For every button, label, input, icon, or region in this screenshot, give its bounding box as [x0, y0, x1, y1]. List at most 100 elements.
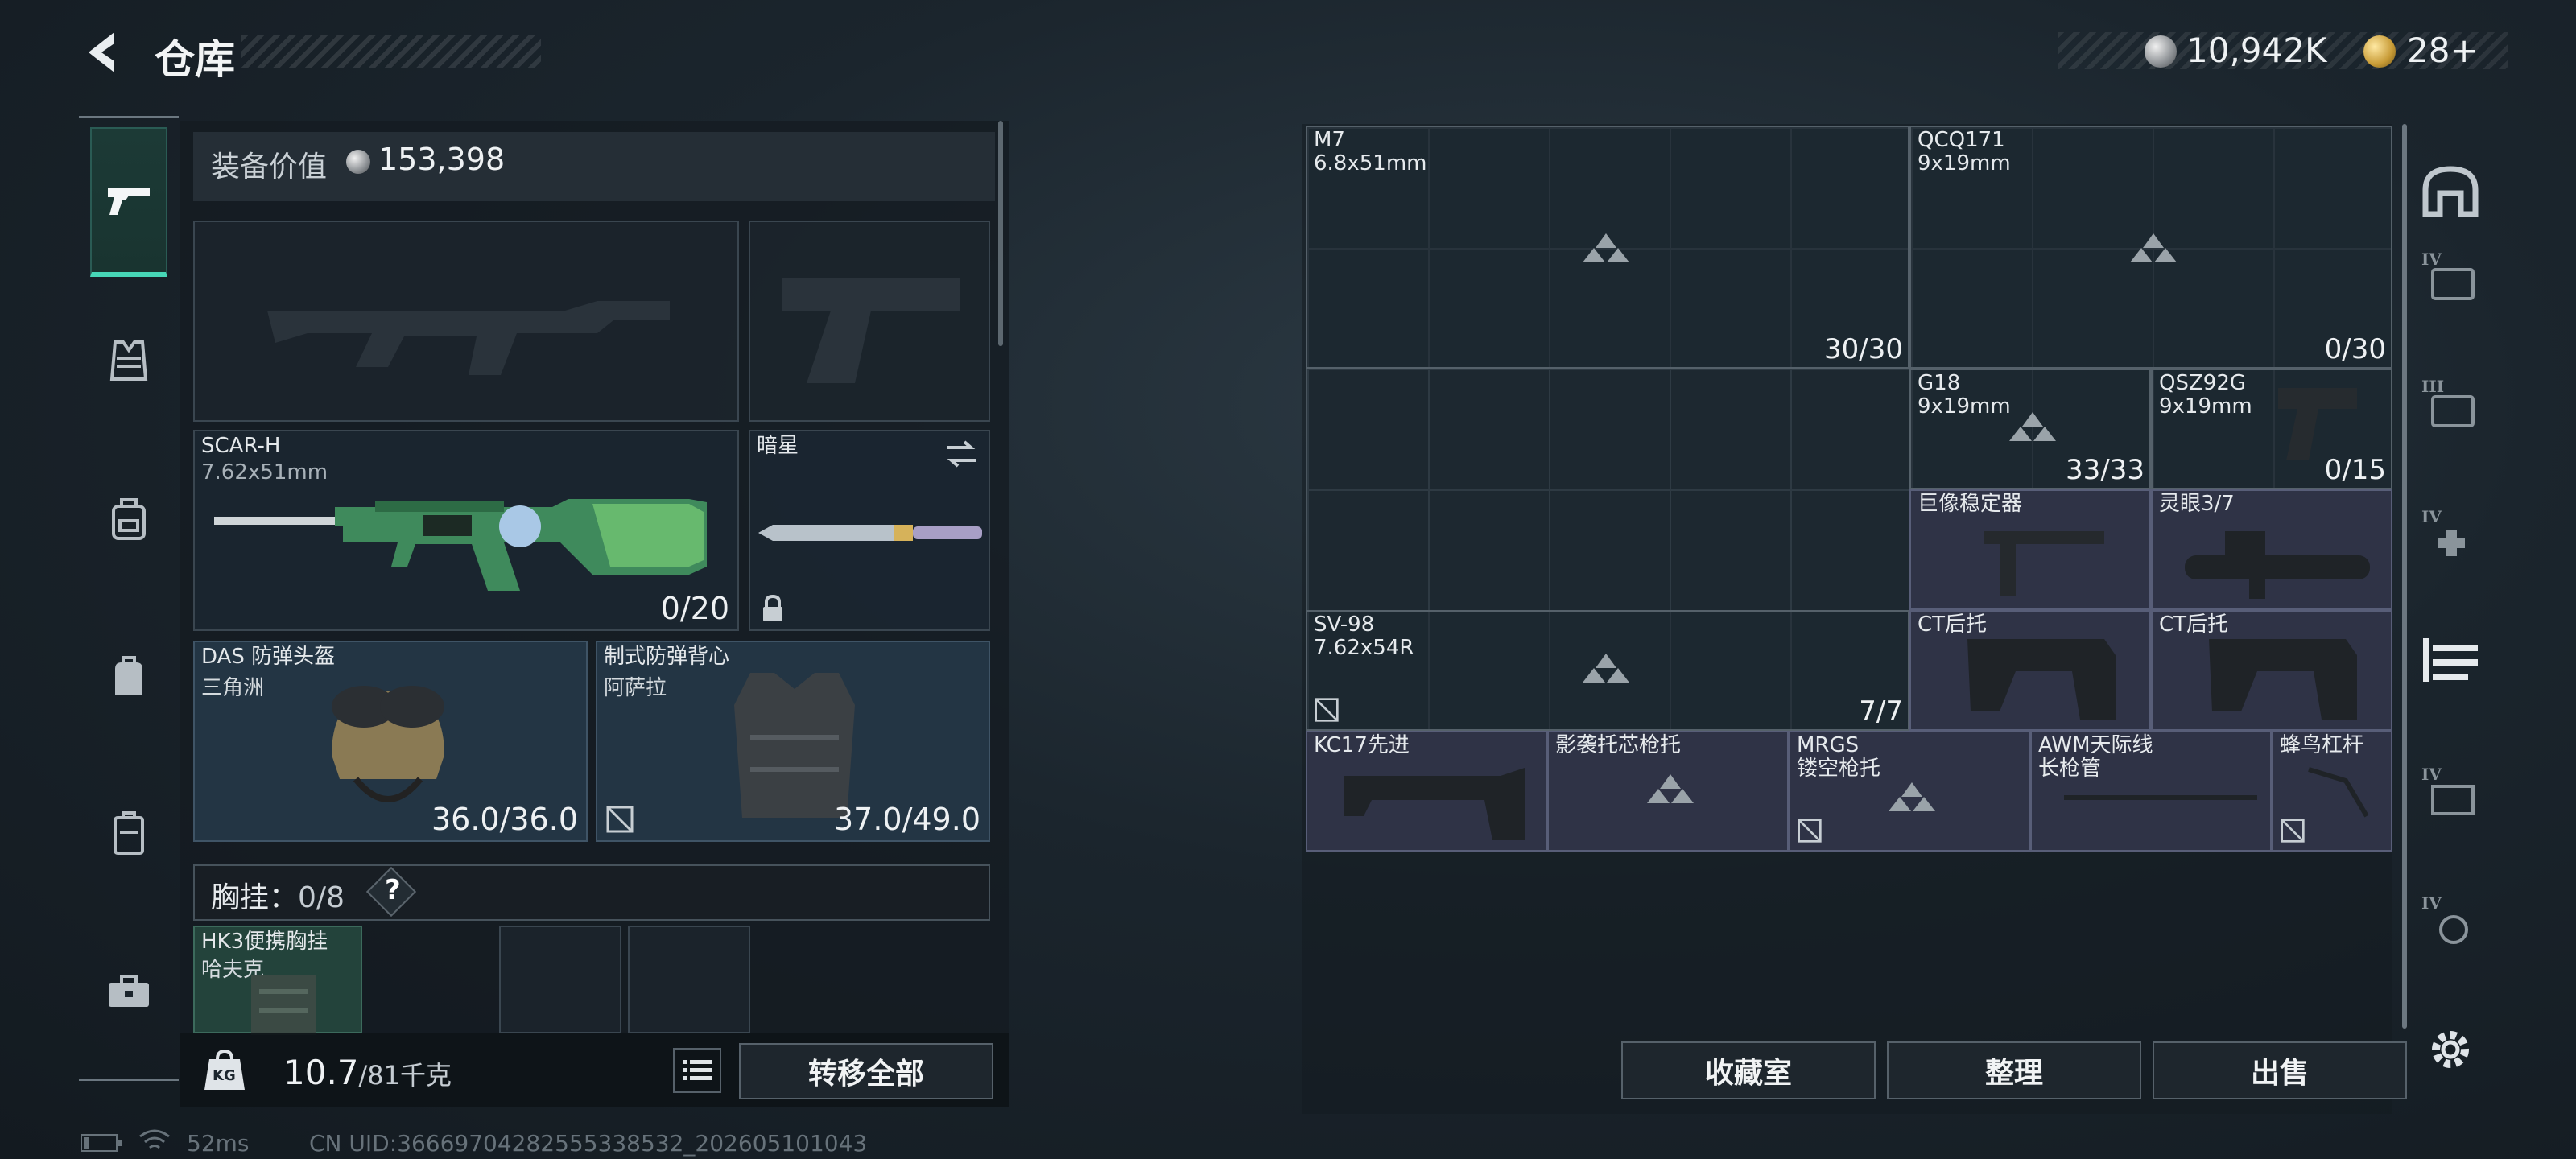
- storage-item-qcq171[interactable]: QCQ171 9x19mm 0/30: [1909, 126, 2392, 369]
- back-button[interactable]: [80, 27, 126, 77]
- weapon-rack-icon: [2423, 638, 2478, 682]
- empty-primary-slot[interactable]: [193, 221, 739, 422]
- storage-item-shadow-stock[interactable]: 影袭托芯枪托: [1547, 731, 1789, 852]
- svg-text:IV: IV: [2421, 765, 2442, 784]
- no-sell-icon: [1798, 819, 1822, 843]
- empty-pocket-slot[interactable]: [499, 926, 621, 1033]
- transfer-all-button[interactable]: 转移全部: [739, 1043, 993, 1099]
- backpack-icon: [112, 498, 146, 540]
- loadout-scrollbar[interactable]: [998, 121, 1003, 346]
- back-arrow-icon: [89, 32, 114, 72]
- storage-item-scope[interactable]: 灵眼3/7: [2151, 489, 2392, 610]
- collection-room-button[interactable]: 收藏室: [1621, 1041, 1876, 1099]
- help-question-mark: ?: [385, 874, 401, 906]
- armor-durability: 37.0/49.0: [833, 802, 980, 837]
- no-sell-icon: [1315, 698, 1339, 722]
- chest-rig-slot[interactable]: HK3便携胸挂 哈夫克: [193, 926, 362, 1035]
- chest-rig-name: HK3便携胸挂: [201, 930, 328, 954]
- melee-slot[interactable]: 暗星: [749, 430, 990, 631]
- currency-gold-amount[interactable]: 28+: [2407, 31, 2479, 70]
- swap-icon[interactable]: [943, 439, 979, 468]
- storage-item-kc17[interactable]: KC17先进: [1306, 731, 1547, 852]
- rarity-triangle-icon: [1889, 782, 1935, 811]
- weight-icon: KG: [203, 1048, 246, 1091]
- primary-weapon-slot[interactable]: SCAR-H 7.62x51mm 0/20: [193, 430, 739, 631]
- tier4-case-icon: IV: [2421, 250, 2475, 300]
- title-decoration: [242, 35, 541, 68]
- storage-scrollbar[interactable]: [2402, 124, 2407, 1029]
- no-sell-icon: [2281, 819, 2305, 843]
- nav-weapon-rack[interactable]: [2413, 621, 2487, 699]
- rarity-triangle-icon: [1647, 774, 1694, 803]
- nav-divider: [79, 116, 179, 118]
- storage-item-g18[interactable]: G18 9x19mm 33/33: [1909, 369, 2151, 489]
- list-view-button[interactable]: [673, 1048, 721, 1093]
- melee-name: 暗星: [757, 434, 799, 458]
- silver-coin-icon: [346, 150, 370, 174]
- storage-item-m7[interactable]: M7 6.8x51mm 30/30: [1306, 126, 1909, 369]
- safehouse-icon: [2422, 166, 2479, 217]
- sell-button[interactable]: 出售: [2153, 1041, 2407, 1099]
- nav-tier4-ammo[interactable]: IV: [2413, 753, 2487, 831]
- nav-tier4-gear[interactable]: IV: [2413, 882, 2487, 959]
- storage-item-ct-stock[interactable]: CT后托: [1909, 610, 2151, 731]
- item-name: 蜂鸟杠杆: [2280, 733, 2364, 757]
- empty-pocket-slot[interactable]: [628, 926, 750, 1033]
- gold-coin-icon: [2363, 35, 2396, 68]
- barrel-icon: [2064, 795, 2257, 800]
- scar-h-rifle-icon: [214, 499, 707, 591]
- settings-button[interactable]: [2413, 1011, 2487, 1088]
- storage-item-stabilizer[interactable]: 巨像稳定器: [1909, 489, 2151, 610]
- nav-weapons[interactable]: [90, 127, 167, 277]
- nav-tier3-case[interactable]: III: [2413, 365, 2487, 443]
- uid-readout: CN UID:3666970428255533853­2_20260510104…: [309, 1130, 868, 1157]
- weight-capacity: /81千克: [358, 1060, 452, 1091]
- case-icon: [114, 811, 144, 855]
- wifi-icon: [139, 1129, 170, 1149]
- nav-toolbox[interactable]: [90, 953, 167, 1030]
- rarity-triangle-icon: [2009, 412, 2056, 441]
- nav-armor[interactable]: [90, 322, 167, 399]
- storage-item-qsz92g[interactable]: QSZ92G 9x19mm 0/15: [2151, 369, 2392, 489]
- storage-item-lever[interactable]: 蜂鸟杠杆: [2272, 731, 2392, 852]
- storage-item-awm-barrel[interactable]: AWM天际线 长枪管: [2030, 731, 2272, 852]
- item-count: 0/15: [2324, 454, 2386, 486]
- chest-rig-label: 胸挂：0/8: [211, 874, 345, 916]
- storage-item-mrgs[interactable]: MRGS 镂空枪托: [1789, 731, 2030, 852]
- nav-case[interactable]: [90, 795, 167, 872]
- svg-text:IV: IV: [2421, 893, 2442, 913]
- weapon-ammo-count: 0/20: [660, 591, 729, 626]
- page-title: 仓库: [155, 36, 235, 83]
- stock-icon: [1344, 768, 1525, 840]
- item-name: 影袭托芯枪托: [1555, 733, 1682, 757]
- lock-icon: [763, 594, 782, 621]
- storage-item-sv98[interactable]: SV-98 7.62x54R 7/7: [1306, 610, 1909, 731]
- storage-item-ct-stock[interactable]: CT后托: [2151, 610, 2392, 731]
- chest-rig-count: 0/8: [298, 881, 345, 914]
- item-name: SV-98 7.62x54R: [1314, 612, 1414, 661]
- battery-icon: [80, 1134, 122, 1152]
- item-name: 巨像稳定器: [1918, 492, 2023, 516]
- nav-safehouse[interactable]: [2413, 153, 2487, 230]
- current-weight: 10.7: [283, 1053, 359, 1092]
- foregrip-icon: [1984, 531, 2104, 596]
- item-name: M7 6.8x51mm: [1314, 128, 1427, 176]
- helmet-brand: 三角洲: [201, 676, 265, 700]
- kg-label: KG: [213, 1067, 236, 1084]
- helmet-slot[interactable]: DAS 防弹头盔 三角洲 36.0/36.0: [193, 641, 588, 842]
- nav-tier4-case[interactable]: IV: [2413, 238, 2487, 316]
- item-count: 0/30: [2324, 333, 2386, 365]
- empty-sidearm-slot[interactable]: [749, 221, 990, 422]
- nav-backpack[interactable]: [90, 480, 167, 557]
- svg-text:IV: IV: [2421, 507, 2442, 526]
- bag-icon: [115, 656, 142, 695]
- pistol-icon: [108, 188, 150, 215]
- item-count: 33/33: [2066, 454, 2145, 486]
- body-armor-slot[interactable]: 制式防弹背心 阿萨拉 37.0/49.0: [596, 641, 990, 842]
- nav-tier4-medkit[interactable]: IV: [2413, 496, 2487, 573]
- item-name: QSZ92G 9x19mm: [2159, 371, 2252, 419]
- item-name: 灵眼3/7: [2159, 492, 2235, 516]
- sort-button[interactable]: 整理: [1887, 1041, 2141, 1099]
- item-name: G18 9x19mm: [1918, 371, 2011, 419]
- nav-bag[interactable]: [90, 637, 167, 715]
